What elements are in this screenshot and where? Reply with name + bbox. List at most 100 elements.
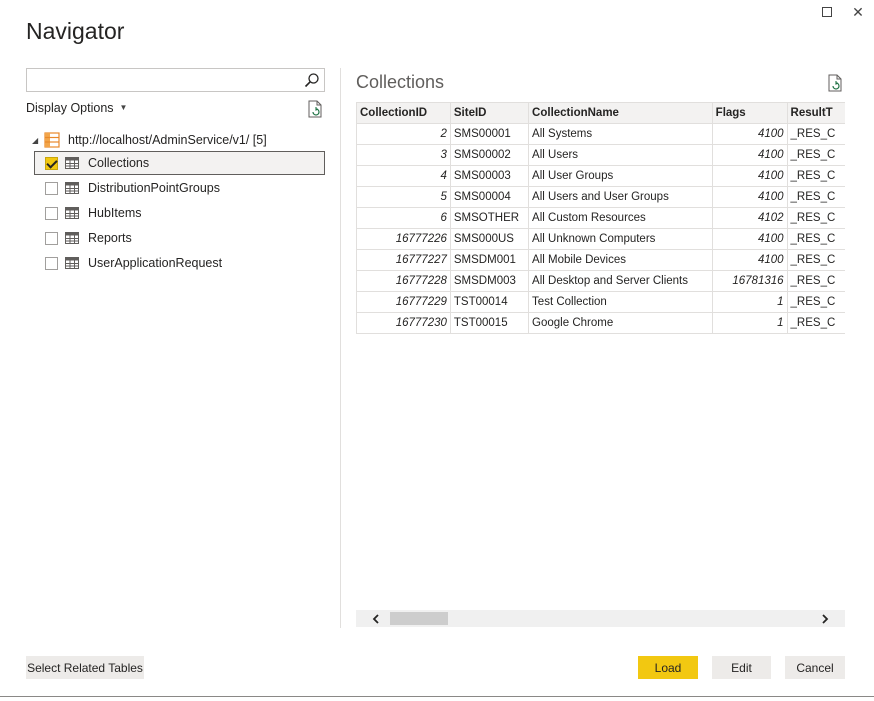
table-cell[interactable]: 4 xyxy=(356,165,451,187)
table-cell[interactable]: 16777230 xyxy=(356,312,451,334)
checkbox[interactable] xyxy=(45,256,58,270)
table-cell[interactable]: SMSDM001 xyxy=(449,249,530,271)
table-cell[interactable]: _RES_C xyxy=(786,249,845,271)
table-cell[interactable]: TST00015 xyxy=(449,312,530,334)
table-cell[interactable]: 4100 xyxy=(711,144,788,166)
tree-item-distributionpointgroups[interactable]: DistributionPointGroups xyxy=(34,176,325,200)
table-row: 5 SMS00004 All Users and User Groups 4100 _R… xyxy=(356,186,845,208)
table-row: 2 SMS00001 All Systems 4100 _RES_C xyxy=(356,123,845,145)
table-cell[interactable]: All Systems xyxy=(528,123,713,145)
scroll-left-button[interactable] xyxy=(366,610,386,627)
collapse-icon[interactable]: ◢ xyxy=(32,136,42,145)
table-cell[interactable]: 6 xyxy=(356,207,451,229)
tree-item-hubitems[interactable]: HubItems xyxy=(34,201,325,225)
table-cell[interactable]: 16777229 xyxy=(356,291,451,313)
table-cell[interactable]: All Desktop and Server Clients xyxy=(528,270,713,292)
table-cell[interactable]: 4102 xyxy=(711,207,788,229)
table-cell[interactable]: SMS00004 xyxy=(449,186,530,208)
table-cell[interactable]: SMSDM003 xyxy=(449,270,530,292)
table-icon xyxy=(65,182,79,194)
page-title: Navigator xyxy=(26,18,125,44)
search-input[interactable] xyxy=(27,69,297,91)
maximize-button[interactable] xyxy=(818,4,836,20)
tree-root[interactable]: ◢ http://localhost/AdminService/v1/ [5] xyxy=(32,129,322,151)
table-cell[interactable]: _RES_C xyxy=(786,312,845,334)
table-cell[interactable]: 1 xyxy=(711,312,788,334)
panel-divider[interactable] xyxy=(340,68,341,628)
load-button[interactable]: Load xyxy=(638,656,698,679)
table-cell[interactable]: 4100 xyxy=(711,228,788,250)
table-cell[interactable]: 1 xyxy=(711,291,788,313)
refresh-icon[interactable] xyxy=(307,100,323,118)
checkbox[interactable] xyxy=(45,231,58,245)
table-cell[interactable]: _RES_C xyxy=(786,144,845,166)
table-cell[interactable]: _RES_C xyxy=(786,228,845,250)
table-cell[interactable]: 5 xyxy=(356,186,451,208)
table-cell[interactable]: TST00014 xyxy=(449,291,530,313)
table-cell[interactable]: _RES_C xyxy=(786,165,845,187)
close-button[interactable]: ✕ xyxy=(849,4,867,20)
table-cell[interactable]: 3 xyxy=(356,144,451,166)
table-cell[interactable]: 16777228 xyxy=(356,270,451,292)
column-header[interactable]: ResultT xyxy=(786,102,845,124)
table-cell[interactable]: All Mobile Devices xyxy=(528,249,713,271)
checkbox[interactable] xyxy=(45,181,58,195)
checkbox[interactable] xyxy=(45,206,58,220)
tree-item-label: Collections xyxy=(88,156,150,170)
display-options-dropdown[interactable]: Display Options ▼ xyxy=(26,101,127,115)
table-cell[interactable]: _RES_C xyxy=(786,186,845,208)
tree-item-label: DistributionPointGroups xyxy=(88,181,221,195)
preview-grid: CollectionID SiteID CollectionName Flags… xyxy=(356,102,845,334)
tree-item-label: Reports xyxy=(88,231,132,245)
tree-root-label: http://localhost/AdminService/v1/ [5] xyxy=(68,133,267,147)
cancel-button[interactable]: Cancel xyxy=(785,656,845,679)
refresh-icon[interactable] xyxy=(827,74,843,92)
edit-button[interactable]: Edit xyxy=(712,656,771,679)
table-cell[interactable]: SMS00002 xyxy=(449,144,530,166)
table-cell[interactable]: SMS000US xyxy=(449,228,530,250)
tree-item-reports[interactable]: Reports xyxy=(34,226,325,250)
table-cell[interactable]: All Users xyxy=(528,144,713,166)
table-icon xyxy=(65,157,79,169)
table-cell[interactable]: All Custom Resources xyxy=(528,207,713,229)
table-cell[interactable]: Google Chrome xyxy=(528,312,713,334)
tree-item-userapplicationrequest[interactable]: UserApplicationRequest xyxy=(34,251,325,275)
table-cell[interactable]: 4100 xyxy=(711,249,788,271)
table-cell[interactable]: _RES_C xyxy=(786,207,845,229)
search-icon[interactable] xyxy=(304,72,320,88)
scroll-right-button[interactable] xyxy=(815,610,835,627)
column-header[interactable]: SiteID xyxy=(449,102,530,124)
table-row: 16777228 SMSDM003 All Desktop and Server C… xyxy=(356,270,845,292)
chevron-left-icon xyxy=(372,613,379,624)
table-cell[interactable]: _RES_C xyxy=(786,270,845,292)
table-cell[interactable]: 16781316 xyxy=(711,270,788,292)
scrollbar-thumb[interactable] xyxy=(390,612,448,625)
table-cell[interactable]: All Unknown Computers xyxy=(528,228,713,250)
tree-item-collections[interactable]: Collections xyxy=(34,151,325,175)
table-cell[interactable]: All User Groups xyxy=(528,165,713,187)
table-row: 16777226 SMS000US All Unknown Computers 410… xyxy=(356,228,845,250)
table-cell[interactable]: 16777227 xyxy=(356,249,451,271)
table-cell[interactable]: _RES_C xyxy=(786,291,845,313)
table-icon xyxy=(65,257,79,269)
table-cell[interactable]: Test Collection xyxy=(528,291,713,313)
table-cell[interactable]: 4100 xyxy=(711,123,788,145)
horizontal-scrollbar[interactable] xyxy=(356,610,845,627)
table-cell[interactable]: _RES_C xyxy=(786,123,845,145)
table-cell[interactable]: 4100 xyxy=(711,165,788,187)
column-header[interactable]: CollectionName xyxy=(528,102,713,124)
table-cell[interactable]: SMS00003 xyxy=(449,165,530,187)
column-header[interactable]: CollectionID xyxy=(356,102,451,124)
table-cell[interactable]: 16777226 xyxy=(356,228,451,250)
table-cell[interactable]: All Users and User Groups xyxy=(528,186,713,208)
table-cell[interactable]: SMSOTHER xyxy=(449,207,530,229)
checkbox[interactable] xyxy=(45,156,58,170)
select-related-tables-button[interactable]: Select Related Tables xyxy=(26,656,144,679)
column-header[interactable]: Flags xyxy=(711,102,788,124)
table-cell[interactable]: 4100 xyxy=(711,186,788,208)
table-header-row: CollectionID SiteID CollectionName Flags… xyxy=(356,102,845,124)
table-row: 16777230 TST00015 Google Chrome 1 _RES_C xyxy=(356,312,845,334)
bottom-divider xyxy=(0,696,874,697)
table-cell[interactable]: 2 xyxy=(356,123,451,145)
table-cell[interactable]: SMS00001 xyxy=(449,123,530,145)
